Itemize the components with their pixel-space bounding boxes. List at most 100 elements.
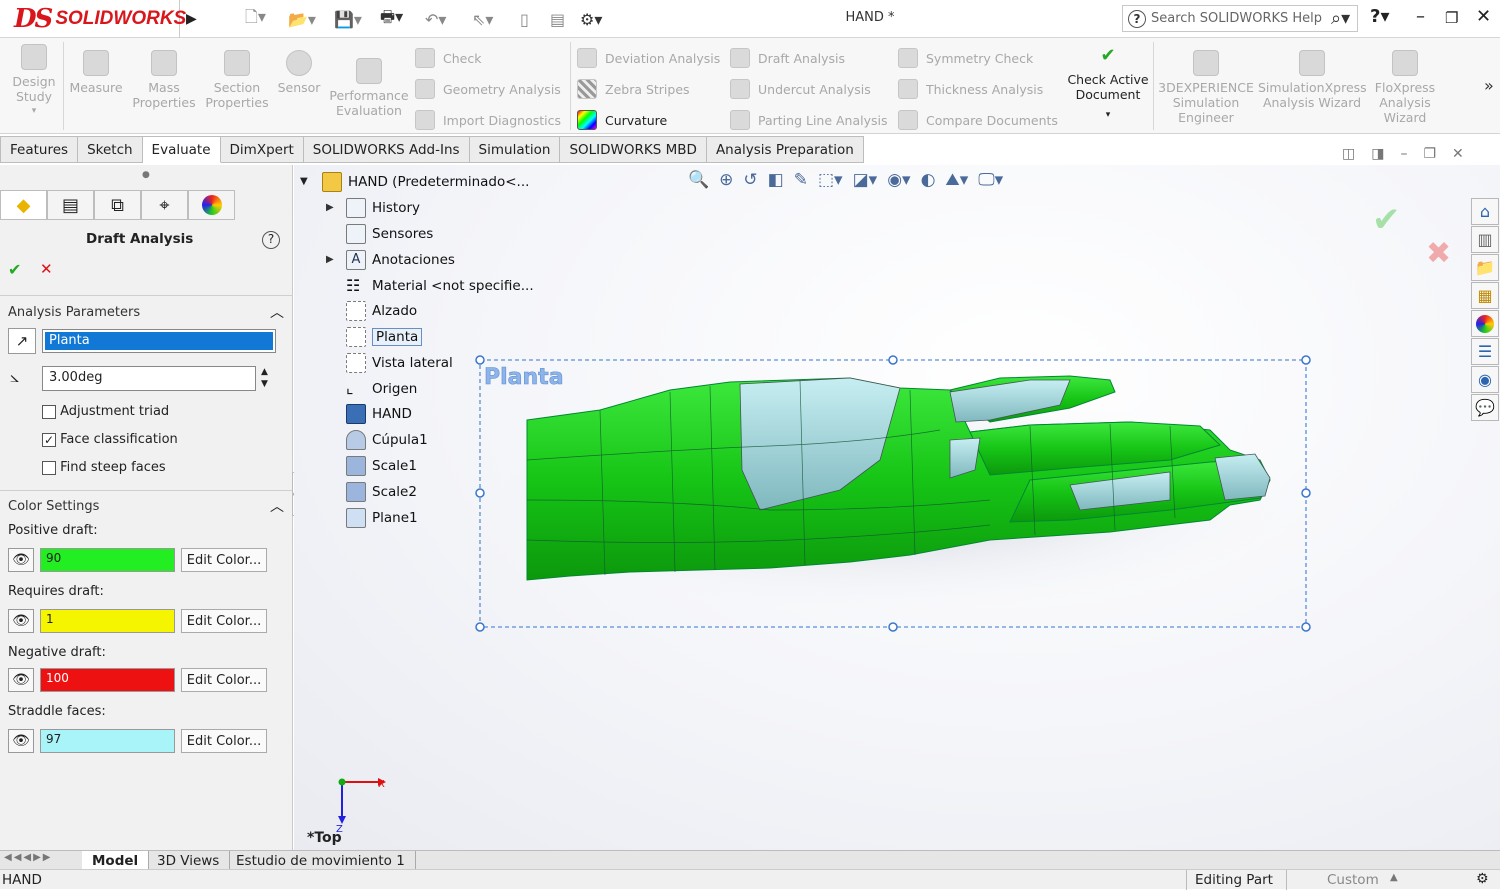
- draft-analysis-button[interactable]: Draft Analysis: [730, 46, 845, 70]
- tab-features[interactable]: Features: [0, 136, 79, 163]
- tree-item-cupula1[interactable]: Cúpula1: [346, 428, 428, 452]
- model-view[interactable]: Planta: [470, 350, 1320, 640]
- help-search-box[interactable]: ? Search SOLIDWORKS Help ⌕▾: [1122, 5, 1358, 32]
- direction-arrow-icon[interactable]: ↗: [8, 328, 36, 354]
- apply-scene-icon[interactable]: ⛰▾: [945, 170, 968, 190]
- chevron-down-icon[interactable]: ▾: [1066, 108, 1150, 123]
- tab-simulation[interactable]: Simulation: [469, 136, 561, 163]
- tab-scroll-arrows-icon[interactable]: ◀◀◀▶▶: [4, 852, 52, 863]
- edit-color-button[interactable]: Edit Color...: [181, 548, 267, 572]
- 3dexperience-simulation-button[interactable]: 3DEXPERIENCE Simulation Engineer: [1158, 50, 1254, 125]
- select-pointer-icon[interactable]: ⇖▾: [472, 8, 493, 30]
- tree-item-vista-lateral[interactable]: Vista lateral: [346, 351, 453, 375]
- panel-left-icon[interactable]: ◫: [1342, 146, 1355, 162]
- performance-evaluation-button[interactable]: Performance Evaluation: [326, 58, 412, 118]
- confirm-corner-check-icon[interactable]: ✔: [1372, 200, 1401, 240]
- floxpress-button[interactable]: FloXpress Analysis Wizard: [1370, 50, 1440, 125]
- status-units[interactable]: Custom: [1286, 870, 1419, 890]
- tab-model[interactable]: Model: [82, 851, 150, 870]
- simulationxpress-button[interactable]: SimulationXpress Analysis Wizard: [1258, 50, 1367, 110]
- save-icon[interactable]: 💾▾: [334, 8, 362, 30]
- undo-icon[interactable]: ↶▾: [425, 8, 446, 30]
- close-icon[interactable]: ✕: [1476, 6, 1491, 27]
- view-orientation-icon[interactable]: ⬚▾: [818, 170, 843, 190]
- cancel-x-icon[interactable]: ✕: [40, 260, 53, 278]
- custom-properties-icon[interactable]: ☰: [1471, 338, 1499, 365]
- minimize-icon[interactable]: –: [1416, 6, 1425, 27]
- tab-analysis-preparation[interactable]: Analysis Preparation: [706, 136, 864, 163]
- panel-grip-icon[interactable]: ●: [142, 170, 150, 180]
- zebra-stripes-button[interactable]: Zebra Stripes: [577, 77, 690, 101]
- tree-item-alzado[interactable]: Alzado: [346, 299, 417, 323]
- more-commands-icon[interactable]: »: [1484, 76, 1494, 95]
- units-chevron-up-icon[interactable]: ▲: [1390, 872, 1398, 883]
- find-steep-faces-option[interactable]: Find steep faces: [42, 460, 166, 475]
- home-icon[interactable]: ⌂: [1471, 198, 1499, 225]
- sensor-button[interactable]: Sensor: [276, 50, 322, 95]
- tree-expand-icon[interactable]: ▶: [326, 202, 334, 213]
- tree-item-planta[interactable]: Planta: [346, 325, 423, 349]
- tree-item-sensores[interactable]: Sensores: [346, 222, 433, 246]
- measure-button[interactable]: Measure: [68, 50, 124, 95]
- solidworks-resources-icon[interactable]: ◉: [1471, 366, 1499, 393]
- forum-icon[interactable]: 💬: [1471, 394, 1499, 421]
- open-folder-icon[interactable]: 📂▾: [288, 8, 316, 30]
- appearances-icon[interactable]: [1471, 310, 1499, 337]
- deviation-analysis-button[interactable]: Deviation Analysis: [577, 46, 720, 70]
- tree-item-anotaciones[interactable]: A Anotaciones: [346, 248, 455, 272]
- display-style-icon[interactable]: ◪▾: [853, 170, 878, 190]
- edit-color-button[interactable]: Edit Color...: [181, 729, 267, 753]
- tree-item-history[interactable]: History: [346, 196, 420, 220]
- visibility-eye-icon[interactable]: 👁: [8, 729, 34, 753]
- tree-root[interactable]: HAND (Predeterminado<...: [322, 170, 529, 194]
- view-palette-icon[interactable]: ▦: [1471, 282, 1499, 309]
- curvature-button[interactable]: Curvature: [577, 108, 667, 132]
- edit-color-button[interactable]: Edit Color...: [181, 668, 267, 692]
- hide-show-icon[interactable]: ◉▾: [887, 170, 910, 190]
- tab-3d-views[interactable]: 3D Views: [147, 851, 231, 870]
- display-manager-tab-icon[interactable]: [188, 190, 235, 220]
- tree-expand-icon[interactable]: ▶: [326, 254, 334, 265]
- dynamic-annotation-icon[interactable]: ✎: [794, 170, 808, 190]
- view-settings-icon[interactable]: 🖵▾: [978, 170, 1003, 190]
- adjustment-triad-option[interactable]: Adjustment triad: [42, 404, 169, 419]
- angle-spinner-icon[interactable]: ▲ ▼: [261, 366, 268, 390]
- file-explorer-icon[interactable]: 📁: [1471, 254, 1499, 281]
- restore-icon[interactable]: ❐: [1445, 9, 1458, 27]
- print-icon[interactable]: 🖶▾: [380, 7, 403, 30]
- viewport-minimize-icon[interactable]: –: [1400, 146, 1407, 162]
- property-manager-tab-icon[interactable]: ▤: [47, 190, 94, 220]
- undercut-analysis-button[interactable]: Undercut Analysis: [730, 77, 871, 101]
- tree-item-origen[interactable]: ⌞ Origen: [346, 377, 417, 401]
- file-properties-icon[interactable]: ▤: [550, 8, 565, 30]
- visibility-eye-icon[interactable]: 👁: [8, 609, 34, 633]
- previous-view-icon[interactable]: ↺: [743, 170, 757, 190]
- symmetry-check-button[interactable]: Symmetry Check: [898, 46, 1033, 70]
- tree-item-scale2[interactable]: Scale2: [346, 480, 417, 504]
- tab-dimxpert[interactable]: DimXpert: [220, 136, 304, 163]
- design-library-icon[interactable]: ▥: [1471, 226, 1499, 253]
- tab-motion-study[interactable]: Estudio de movimiento 1: [226, 851, 416, 870]
- new-document-icon[interactable]: 🗋▾: [245, 7, 266, 30]
- ok-check-icon[interactable]: ✔: [8, 260, 21, 279]
- visibility-eye-icon[interactable]: 👁: [8, 668, 34, 692]
- solidworks-logo[interactable]: DS SOLIDWORKS: [0, 0, 186, 38]
- tree-item-material[interactable]: ☷ Material <not specifie...: [346, 274, 534, 298]
- compare-documents-button[interactable]: Compare Documents: [898, 108, 1058, 132]
- configuration-manager-tab-icon[interactable]: ⧉: [94, 190, 141, 220]
- find-steep-faces-checkbox[interactable]: [42, 460, 56, 475]
- thickness-analysis-button[interactable]: Thickness Analysis: [898, 77, 1043, 101]
- adjustment-triad-checkbox[interactable]: [42, 404, 56, 419]
- feature-manager-tab-icon[interactable]: ◆: [0, 190, 47, 220]
- status-options-icon[interactable]: ⚙: [1476, 871, 1489, 887]
- viewport-close-icon[interactable]: ✕: [1452, 146, 1464, 162]
- check-active-document-button[interactable]: ✔ Check Active Document ▾: [1066, 47, 1150, 123]
- import-diagnostics-button[interactable]: Import Diagnostics: [415, 108, 561, 132]
- panel-right-icon[interactable]: ◨: [1371, 146, 1384, 162]
- expand-menu-icon[interactable]: ▶: [186, 8, 197, 30]
- visibility-eye-icon[interactable]: 👁: [8, 548, 34, 572]
- check-button[interactable]: Check: [415, 46, 481, 70]
- confirm-corner-cancel-icon[interactable]: ✖: [1426, 236, 1451, 271]
- dimxpert-manager-tab-icon[interactable]: ⌖: [141, 190, 188, 220]
- zoom-area-icon[interactable]: ⊕: [719, 170, 733, 190]
